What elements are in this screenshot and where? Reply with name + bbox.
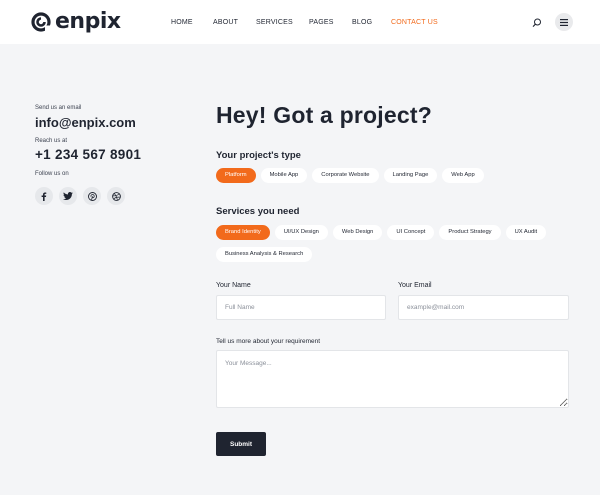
menu-icon [560,18,568,26]
services-options: Brand Identity UI/UX Design Web Design U… [216,225,576,262]
chip-ui-concept[interactable]: UI Concept [387,225,435,240]
email-label: Send us an email [35,105,82,111]
chip-mobile-app[interactable]: Mobile App [260,168,308,183]
nav-pages[interactable]: PAGES [309,18,334,27]
services-title: Services you need [216,206,300,217]
chip-web-design[interactable]: Web Design [332,225,383,240]
menu-button[interactable] [555,13,573,31]
logo[interactable]: enpix [31,10,121,34]
nav-contact-us[interactable]: CONTACT US [391,18,438,27]
nav-blog[interactable]: BLOG [352,18,372,27]
chip-business-analysis[interactable]: Business Analysis & Research [216,247,313,262]
site-header: enpix HOME ABOUT SERVICES PAGES BLOG CON… [0,0,600,44]
nav-services[interactable]: SERVICES [256,18,293,27]
name-input[interactable] [216,295,386,320]
social-links [35,187,185,205]
chip-landing-page[interactable]: Landing Page [383,168,438,183]
twitter-icon [63,192,73,200]
contact-phone[interactable]: +1 234 567 8901 [35,147,185,163]
chip-ui-ux-design[interactable]: UI/UX Design [274,225,328,240]
page-title: Hey! Got a project? [216,102,432,128]
project-type-options: Platform Mobile App Corporate Website La… [216,168,576,183]
message-textarea[interactable] [216,350,569,408]
project-type-title: Your project's type [216,150,301,161]
pinterest-link[interactable] [83,187,101,205]
contact-info: Send us an email info@enpix.com Reach us… [35,104,185,205]
logo-text: enpix [55,9,121,34]
facebook-icon [41,192,47,201]
chip-brand-identity[interactable]: Brand Identity [216,225,270,240]
twitter-link[interactable] [59,187,77,205]
search-button[interactable] [531,16,543,28]
pinterest-icon [87,191,97,201]
name-label: Your Name [216,282,251,289]
email-label-field: Your Email [398,282,432,289]
dribbble-icon [111,191,121,201]
project-form: Hey! Got a project? [216,100,570,130]
nav-about[interactable]: ABOUT [213,18,238,27]
search-icon [532,18,541,27]
nav-home[interactable]: HOME [171,18,193,27]
facebook-link[interactable] [35,187,53,205]
message-label: Tell us more about your requirement [216,338,321,345]
chip-corporate-website[interactable]: Corporate Website [312,168,379,183]
chip-product-strategy[interactable]: Product Strategy [439,225,501,240]
contact-email[interactable]: info@enpix.com [35,115,185,131]
chip-ux-audit[interactable]: UX Audit [505,225,547,240]
chip-web-app[interactable]: Web App [442,168,484,183]
email-input[interactable] [398,295,569,320]
chip-platform[interactable]: Platform [216,168,256,183]
logo-icon [31,12,51,32]
phone-label: Reach us at [35,138,68,144]
dribbble-link[interactable] [107,187,125,205]
submit-button[interactable]: Submit [216,432,266,456]
follow-label: Follow us on [35,171,69,177]
